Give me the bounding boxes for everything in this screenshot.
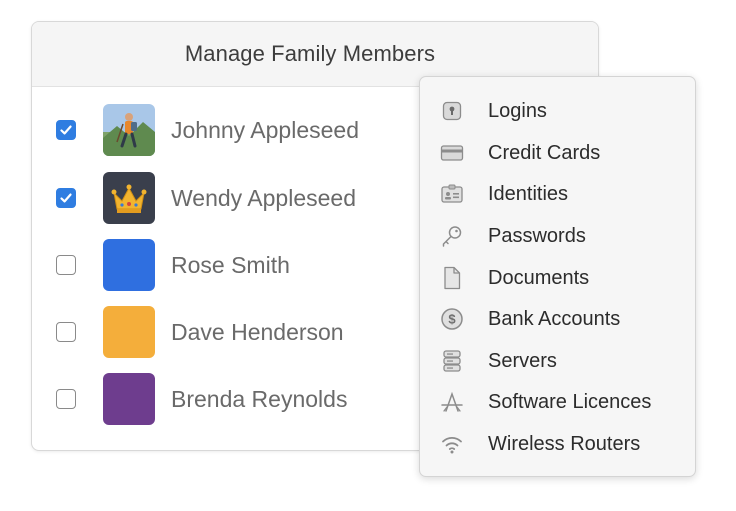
member-name: Rose Smith: [171, 251, 290, 278]
member-name: Johnny Appleseed: [171, 116, 359, 143]
menu-item-logins[interactable]: Logins: [420, 92, 695, 130]
member-name: Brenda Reynolds: [171, 385, 348, 412]
app-store-icon: [439, 389, 465, 415]
member-checkbox[interactable]: [56, 322, 76, 342]
id-card-icon: [439, 181, 465, 207]
member-row[interactable]: Dave Henderson: [32, 305, 432, 359]
checkmark-icon: [60, 193, 72, 203]
menu-item-passwords[interactable]: Passwords: [420, 217, 695, 255]
member-checkbox[interactable]: [56, 120, 76, 140]
menu-item-label: Servers: [488, 349, 557, 372]
color-swatch-avatar: [103, 373, 155, 425]
member-row[interactable]: Wendy Appleseed: [32, 171, 432, 225]
member-name: Dave Henderson: [171, 318, 344, 345]
dollar-coin-icon: $: [439, 306, 465, 332]
member-checkbox[interactable]: [56, 255, 76, 275]
color-swatch-avatar: [103, 306, 155, 358]
menu-item-label: Passwords: [488, 224, 586, 247]
member-name: Wendy Appleseed: [171, 184, 356, 211]
menu-item-label: Wireless Routers: [488, 432, 641, 455]
menu-item-credit-cards[interactable]: Credit Cards: [420, 134, 695, 172]
menu-item-label: Logins: [488, 99, 547, 122]
svg-text:$: $: [448, 312, 456, 327]
member-row[interactable]: Johnny Appleseed: [32, 103, 432, 157]
menu-item-label: Identities: [488, 182, 569, 205]
menu-item-documents[interactable]: Documents: [420, 259, 695, 297]
menu-item-software-licences[interactable]: Software Licences: [420, 383, 695, 421]
document-icon: [439, 265, 465, 291]
color-swatch-avatar: [103, 239, 155, 291]
menu-item-servers[interactable]: Servers: [420, 342, 695, 380]
menu-item-identities[interactable]: Identities: [420, 175, 695, 213]
menu-item-label: Bank Accounts: [488, 307, 621, 330]
menu-item-label: Software Licences: [488, 390, 652, 413]
member-row[interactable]: Brenda Reynolds: [32, 372, 432, 426]
member-checkbox[interactable]: [56, 188, 76, 208]
member-row[interactable]: Rose Smith: [32, 238, 432, 292]
menu-item-label: Documents: [488, 266, 590, 289]
panel-title: Manage Family Members: [184, 41, 436, 66]
crown-icon: [111, 184, 147, 213]
checkmark-icon: [60, 125, 72, 135]
keyhole-icon: [439, 98, 465, 124]
category-dropdown-menu: Logins Credit Cards Identities Passwords…: [419, 76, 696, 477]
member-checkbox[interactable]: [56, 389, 76, 409]
hiker-avatar: [103, 104, 155, 156]
credit-card-icon: [439, 140, 465, 166]
menu-item-bank-accounts[interactable]: $ Bank Accounts: [420, 300, 695, 338]
key-icon: [439, 223, 465, 249]
menu-item-wireless-routers[interactable]: Wireless Routers: [420, 425, 695, 463]
server-icon: [439, 348, 465, 374]
wifi-icon: [439, 431, 465, 457]
menu-item-label: Credit Cards: [488, 141, 601, 164]
crown-avatar: [103, 172, 155, 224]
